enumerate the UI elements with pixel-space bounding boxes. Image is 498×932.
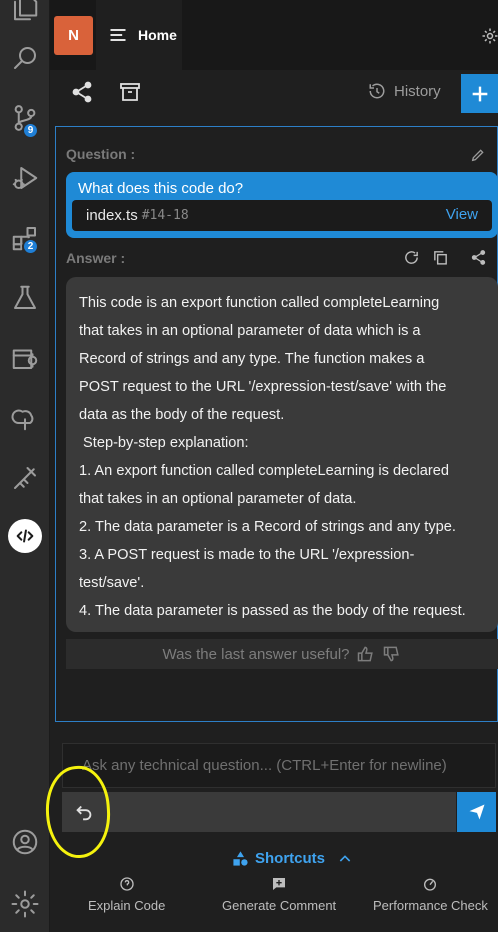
answer-line: Step-by-step explanation: [79, 435, 249, 451]
history-label: History [394, 82, 441, 100]
feedback-bar: Was the last answer useful? [66, 639, 498, 669]
tab-home-label: Home [138, 27, 177, 43]
question-label: Question : [66, 146, 136, 162]
answer-line: 1. An export function called completeLea… [79, 463, 449, 479]
file-reference: index.ts #14-18 View [72, 200, 492, 231]
chevron-up-icon [339, 854, 351, 862]
help-circle-icon [119, 877, 134, 891]
feedback-prompt: Was the last answer useful? [162, 645, 350, 663]
question-bubble: What does this code do? index.ts #14-18 … [66, 172, 498, 238]
settings-gear-icon[interactable] [480, 26, 498, 51]
send-icon [469, 804, 484, 820]
testing-flask-icon[interactable] [0, 276, 50, 320]
activity-bar: 9 2 [0, 0, 50, 932]
thumbs-up-icon[interactable] [356, 644, 376, 664]
copy-icon[interactable] [432, 249, 449, 266]
manage-gear-icon[interactable] [0, 882, 50, 926]
answer-line: 2. The data parameter is a Record of str… [79, 519, 456, 535]
answer-line: 4. The data parameter is passed as the b… [79, 603, 466, 619]
search-icon[interactable] [0, 36, 50, 80]
share-answer-icon[interactable] [470, 249, 487, 266]
answer-line: Record of strings and any type. The func… [79, 351, 425, 367]
view-link[interactable]: View [446, 206, 478, 223]
share-icon [72, 81, 92, 103]
tree-icon[interactable] [0, 396, 50, 440]
avatar[interactable]: N [54, 16, 93, 55]
question-input[interactable] [63, 744, 495, 787]
regenerate-icon[interactable] [403, 249, 420, 266]
plus-icon [472, 86, 487, 101]
answer-line: that takes in an optional parameter of d… [79, 323, 421, 339]
pencil-ruler-icon[interactable] [0, 456, 50, 500]
answer-line: test/save'. [79, 575, 145, 591]
shortcuts-label: Shortcuts [255, 850, 326, 867]
source-control-icon[interactable]: 9 [0, 96, 50, 140]
menu-lines-icon [110, 29, 126, 41]
explorer-icon[interactable] [0, 0, 50, 30]
answer-line: This code is an export function called c… [79, 295, 440, 311]
question-input-wrapper [62, 743, 496, 788]
source-control-badge: 9 [22, 122, 39, 139]
ai-chat-icon[interactable] [0, 514, 50, 558]
trash-icon [120, 83, 140, 101]
send-button[interactable] [457, 792, 496, 832]
shortcut-explain-code[interactable]: Explain Code [88, 876, 165, 913]
history-icon [369, 83, 385, 99]
tab-home[interactable]: Home [96, 0, 182, 70]
account-icon[interactable] [0, 820, 50, 864]
shortcut-performance-check[interactable]: Performance Check [373, 876, 488, 913]
extensions-icon[interactable]: 2 [0, 216, 50, 260]
shortcut-label: Explain Code [88, 898, 166, 913]
remote-explorer-icon[interactable] [0, 336, 50, 380]
answer-label: Answer : [66, 250, 126, 266]
answer-line: 3. A POST request is made to the URL '/e… [79, 547, 415, 563]
chat-panel: Question : What does this code do? index… [55, 126, 498, 722]
history-button[interactable]: History [368, 82, 441, 100]
share-button[interactable] [64, 74, 100, 110]
shortcuts-toggle[interactable]: Shortcuts [232, 850, 353, 867]
shortcut-label: Generate Comment [222, 898, 337, 913]
answer-line: that takes in an optional parameter of d… [79, 491, 357, 507]
comment-plus-icon [273, 878, 286, 890]
file-name: index.ts [86, 207, 138, 224]
answer-line: data as the body of the request. [79, 407, 285, 423]
run-debug-icon[interactable] [0, 156, 50, 200]
gauge-icon [424, 878, 437, 891]
answer-line: POST request to the URL '/expression-tes… [79, 379, 447, 395]
shortcut-generate-comment[interactable]: Generate Comment [222, 876, 336, 913]
shortcut-label: Performance Check [373, 898, 488, 913]
clear-chat-button[interactable] [112, 74, 148, 110]
question-text: What does this code do? [78, 180, 244, 197]
edit-pencil-icon[interactable] [470, 147, 486, 163]
extensions-badge: 2 [22, 238, 39, 255]
new-chat-button[interactable] [461, 74, 498, 113]
thumbs-down-icon[interactable] [382, 644, 402, 664]
answer-bubble: This code is an export function called c… [66, 277, 498, 632]
file-line-range: #14-18 [141, 208, 189, 223]
input-action-row [62, 792, 456, 832]
shapes-icon [233, 851, 248, 866]
